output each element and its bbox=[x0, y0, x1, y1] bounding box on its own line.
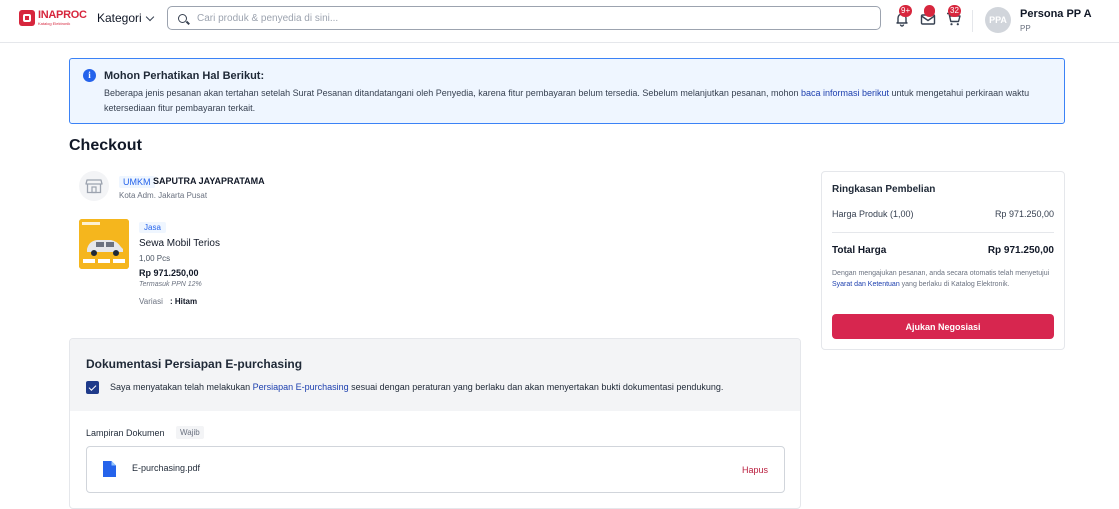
agreement-text-end: sesuai dengan peraturan yang berlaku dan… bbox=[348, 382, 724, 392]
user-role: PP bbox=[1020, 24, 1031, 33]
epurchasing-prep-link[interactable]: Persiapan E-purchasing bbox=[253, 382, 349, 392]
product-price-label: Harga Produk (1,00) bbox=[832, 209, 914, 219]
notification-badge: 9+ bbox=[899, 5, 913, 17]
agreement-statement: Saya menyatakan telah melakukan Persiapa… bbox=[110, 382, 723, 392]
total-price-value: Rp 971.250,00 bbox=[987, 245, 1054, 256]
notification-button[interactable]: 9+ bbox=[894, 5, 913, 27]
agreement-text: Saya menyatakan telah melakukan bbox=[110, 382, 253, 392]
submit-negotiation-button[interactable]: Ajukan Negosiasi bbox=[832, 314, 1054, 339]
inaproc-logo[interactable]: INAPROC Katalog Elektronik bbox=[19, 9, 87, 27]
product-name[interactable]: Sewa Mobil Terios bbox=[139, 238, 220, 249]
user-name[interactable]: Persona PP A bbox=[1020, 8, 1092, 20]
umkm-badge: UMKM bbox=[119, 176, 155, 188]
alert-body: Beberapa jenis pesanan akan tertahan set… bbox=[104, 86, 1044, 116]
seller-location: Kota Adm. Jakarta Pusat bbox=[119, 191, 208, 200]
store-avatar bbox=[79, 171, 109, 201]
agreement-checkbox[interactable] bbox=[86, 381, 99, 394]
message-button[interactable] bbox=[920, 5, 936, 27]
terms-link[interactable]: Syarat dan Ketentuan bbox=[832, 281, 900, 288]
product-tax-note: Termasuk PPN 12% bbox=[139, 281, 202, 288]
alert-title: Mohon Perhatikan Hal Berikut: bbox=[104, 70, 265, 82]
attached-file: E-purchasing.pdf Hapus bbox=[86, 446, 785, 493]
search-input[interactable] bbox=[195, 11, 859, 25]
message-badge bbox=[924, 5, 935, 17]
info-link[interactable]: baca informasi berikut bbox=[801, 88, 889, 98]
documentation-title: Dokumentasi Persiapan E-purchasing bbox=[86, 357, 303, 371]
alert-body-text: Beberapa jenis pesanan akan tertahan set… bbox=[104, 88, 801, 98]
product-thumbnail[interactable] bbox=[79, 219, 129, 269]
terms-note: Dengan mengajukan pesanan, anda secara o… bbox=[832, 268, 1054, 290]
summary-title: Ringkasan Pembelian bbox=[832, 184, 936, 195]
logo-title: INAPROC bbox=[38, 9, 87, 21]
documentation-section: Dokumentasi Persiapan E-purchasing Saya … bbox=[69, 338, 801, 509]
total-price-label: Total Harga bbox=[832, 245, 887, 256]
summary-divider bbox=[832, 232, 1054, 233]
purchase-summary-card: Ringkasan Pembelian Harga Produk (1,00) … bbox=[821, 171, 1065, 350]
attachment-label: Lampiran Dokumen bbox=[86, 428, 165, 438]
header-divider bbox=[972, 10, 973, 32]
product-type-tag: Jasa bbox=[139, 222, 166, 233]
product-price-value: Rp 971.250,00 bbox=[994, 209, 1054, 219]
file-name[interactable]: E-purchasing.pdf bbox=[132, 463, 200, 473]
cart-badge: 32 bbox=[948, 5, 961, 17]
required-badge: Wajib bbox=[176, 426, 204, 439]
cart-button[interactable]: 32 bbox=[946, 5, 962, 27]
product-price: Rp 971.250,00 bbox=[139, 268, 199, 278]
delete-file-button[interactable]: Hapus bbox=[742, 465, 768, 475]
logo-subtitle: Katalog Elektronik bbox=[38, 21, 71, 26]
product-image-car bbox=[79, 219, 129, 269]
top-navbar: INAPROC Katalog Elektronik Kategori 9+ bbox=[0, 0, 1119, 43]
chevron-down-icon bbox=[145, 12, 154, 21]
file-icon bbox=[103, 461, 116, 477]
info-icon: i bbox=[83, 69, 96, 82]
avatar[interactable]: PPA bbox=[985, 7, 1011, 33]
variant-label: Variasi bbox=[139, 297, 163, 306]
page-title: Checkout bbox=[69, 137, 142, 154]
kategori-dropdown[interactable]: Kategori bbox=[97, 11, 154, 25]
search-bar[interactable] bbox=[167, 6, 881, 30]
logo-mark-icon bbox=[19, 10, 35, 26]
kategori-label: Kategori bbox=[97, 11, 142, 25]
search-icon bbox=[178, 13, 187, 23]
seller-name[interactable]: SAPUTRA JAYAPRATAMA bbox=[153, 176, 265, 186]
terms-note-text: Dengan mengajukan pesanan, anda secara o… bbox=[832, 270, 1050, 277]
checkbox-check-icon bbox=[88, 382, 97, 391]
store-icon bbox=[85, 179, 103, 194]
product-quantity: 1,00 Pcs bbox=[139, 254, 171, 263]
documentation-header: Dokumentasi Persiapan E-purchasing Saya … bbox=[70, 339, 800, 411]
terms-note-text-end: yang berlaku di Katalog Elektronik. bbox=[899, 281, 1010, 288]
info-alert: i Mohon Perhatikan Hal Berikut: Beberapa… bbox=[69, 58, 1065, 124]
variant-value: : Hitam bbox=[170, 297, 198, 306]
